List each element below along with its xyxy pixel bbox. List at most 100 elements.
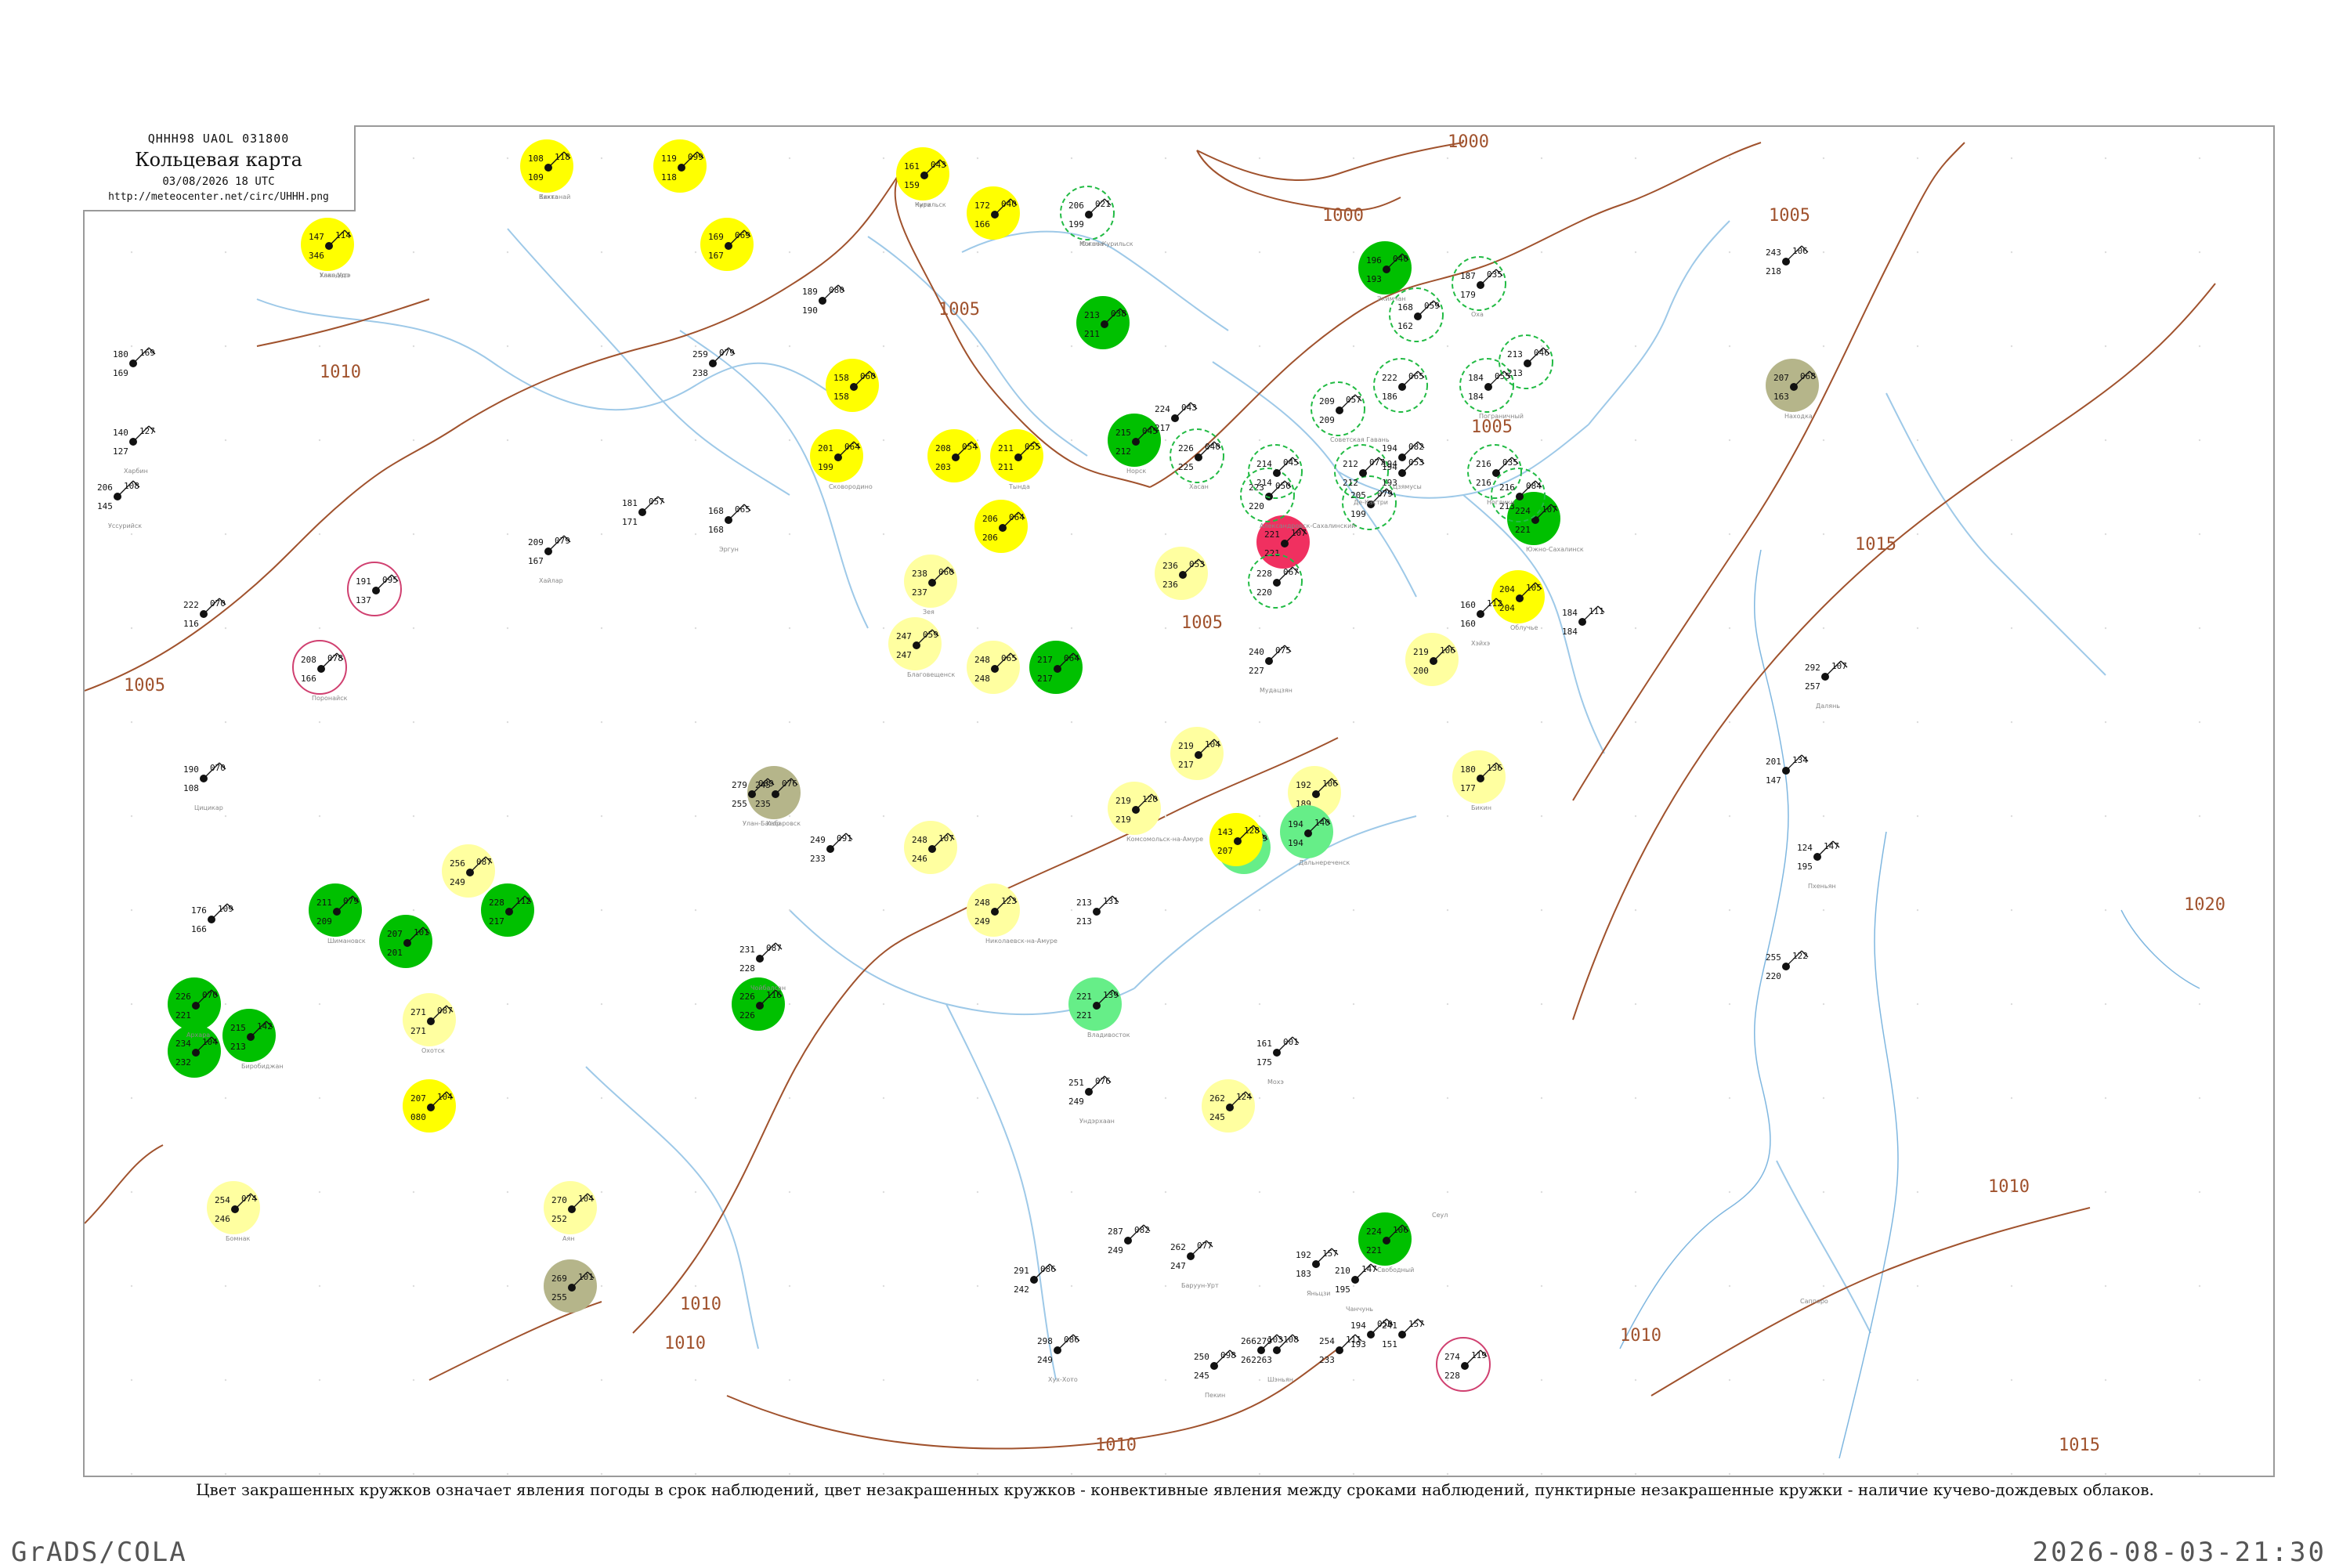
dewpoint-value: 252: [551, 1214, 567, 1224]
station-name: Хэйхэ: [1471, 640, 1490, 647]
grid-dot: [2198, 533, 2201, 536]
station-light_yellow[interactable]: 180 136 177: [1452, 750, 1506, 804]
station-plain[interactable]: 181 057 171: [622, 496, 665, 527]
station-yellow[interactable]: 201 064 199: [810, 429, 863, 482]
station-light_yellow[interactable]: 238 060 237: [904, 555, 957, 608]
station-green[interactable]: 207 101 201: [379, 915, 432, 968]
station-light_yellow[interactable]: 270 104 252: [544, 1181, 597, 1234]
station-light_yellow[interactable]: 262 124 245: [1202, 1079, 1255, 1133]
dewpoint-value: 169: [113, 368, 128, 378]
station-plain[interactable]: 213 131 213: [1076, 895, 1119, 927]
station-plain[interactable]: 189 080 190: [802, 284, 845, 316]
station-light_yellow[interactable]: 219 120 219: [1108, 782, 1161, 835]
station-plain[interactable]: 255 122 220: [1766, 950, 1809, 981]
station-plain[interactable]: 161 001 175: [1256, 1036, 1300, 1068]
station-yellow[interactable]: 172 040 166: [967, 186, 1020, 240]
station-dashed[interactable]: 209 057 209: [1311, 381, 1365, 436]
station-plain[interactable]: 190 070 108: [183, 762, 226, 793]
station-plain[interactable]: 206 108 145: [97, 480, 140, 511]
station-green[interactable]: 213 038 211: [1076, 296, 1130, 349]
station-dashed[interactable]: 206 021 199: [1060, 186, 1115, 240]
station-light_yellow[interactable]: 271 087 271: [403, 993, 456, 1046]
station-yellow[interactable]: 208 054 203: [927, 429, 981, 482]
station-light_yellow[interactable]: 247 059 247: [888, 617, 942, 670]
station-plain[interactable]: 251 076 249: [1068, 1075, 1112, 1107]
station-plain[interactable]: 168 065 168: [708, 504, 751, 535]
station-yellow[interactable]: 169 069 167: [700, 218, 754, 271]
station-name: Оха: [1471, 311, 1484, 318]
grid-dot: [2198, 909, 2201, 912]
station-green[interactable]: 226 070 221: [168, 977, 221, 1031]
station-plain[interactable]: 262 077 247: [1170, 1240, 1213, 1271]
station-yellow[interactable]: 207 104 080: [403, 1079, 456, 1133]
station-plain[interactable]: 298 086 249: [1037, 1334, 1080, 1365]
grid-dot: [1916, 815, 1919, 818]
station-plain[interactable]: 192 157 183: [1296, 1248, 1339, 1279]
station-light_yellow[interactable]: 219 106 200: [1405, 633, 1459, 686]
station-green[interactable]: 215 045212: [1108, 414, 1161, 467]
station-yellow[interactable]: 158 060 158: [826, 359, 879, 412]
station-olive[interactable]: 207 068 163: [1766, 359, 1819, 412]
station-green[interactable]: 217 064 217: [1029, 641, 1083, 694]
station-light_yellow[interactable]: 254 074 246: [207, 1181, 260, 1234]
station-green[interactable]: 211 079 209: [309, 883, 362, 937]
station-plain[interactable]: 140 127 127: [113, 425, 156, 457]
dewpoint-value: 127: [113, 446, 128, 457]
station-olive[interactable]: 269 101 255: [544, 1259, 597, 1313]
station-yellow[interactable]: 206 064 206: [974, 500, 1028, 553]
station-light_yellow[interactable]: 248 107 246: [904, 821, 957, 874]
station-green[interactable]: 224 106 221: [1358, 1212, 1412, 1266]
grid-dot: [694, 721, 697, 724]
station-plain[interactable]: 287 082 249: [1108, 1224, 1151, 1255]
station-plain[interactable]: 160 112 160: [1460, 598, 1503, 629]
station-dashed[interactable]: 184 055184: [1459, 358, 1514, 413]
station-plain[interactable]: 292 107 257: [1805, 660, 1848, 692]
station-dashed[interactable]: 187 035 179: [1452, 256, 1506, 311]
pressure-value: 086: [1064, 1335, 1079, 1345]
station-yellow[interactable]: 108 118 109: [520, 139, 573, 193]
station-light_green[interactable]: 194 140 194: [1280, 805, 1333, 858]
grid-dot: [1916, 721, 1919, 724]
dewpoint-value: 221: [1264, 548, 1280, 558]
station-light_yellow[interactable]: 256 087 249: [442, 844, 495, 898]
station-yellow[interactable]: 119 099 118: [653, 139, 707, 193]
station-pink[interactable]: 274 119 228: [1436, 1337, 1491, 1392]
station-pink[interactable]: 191 095 137: [347, 562, 402, 616]
station-light_yellow[interactable]: 219 104 217: [1170, 727, 1224, 780]
station-pink[interactable]: 208 078 166: [292, 640, 347, 695]
station-yellow[interactable]: 204 105204: [1491, 570, 1545, 623]
station-light_yellow[interactable]: 248 065 248: [967, 641, 1020, 694]
station-yellow[interactable]: 161 043 159: [896, 147, 949, 201]
station-plain[interactable]: 249 091 233: [810, 833, 853, 864]
station-plain[interactable]: 231 087 228: [739, 942, 783, 974]
station-plain[interactable]: 124 147 195: [1797, 840, 1840, 872]
station-plain[interactable]: 224 043 217: [1155, 402, 1198, 433]
station-yellow[interactable]: 211 055 211: [990, 429, 1043, 482]
station-plain[interactable]: 184 111 184: [1562, 605, 1605, 637]
station-plain[interactable]: 243 106 218: [1766, 245, 1809, 276]
station-light_yellow[interactable]: 248 123 249: [967, 883, 1020, 937]
isobar-line: [428, 1301, 602, 1381]
grid-dot: [1164, 345, 1167, 348]
source-url[interactable]: http://meteocenter.net/circ/UHHH.png: [83, 191, 354, 203]
station-plain[interactable]: 259 079 238: [692, 347, 736, 378]
station-green[interactable]: 215 142 213: [222, 1009, 276, 1062]
station-yellow[interactable]: 143 128 207: [1209, 813, 1263, 866]
stations-layer[interactable]: 108 118 109 119 099 118 147 114 346 169 069 167 161 0…: [97, 139, 1848, 1399]
station-plain[interactable]: 210 147 195: [1335, 1263, 1378, 1295]
station-plain[interactable]: 209 079 167: [528, 535, 571, 566]
station-light_green[interactable]: 221 139 221: [1068, 977, 1122, 1031]
station-plain[interactable]: 250 098 245: [1194, 1349, 1237, 1381]
station-plain[interactable]: 176 109 166: [191, 903, 234, 934]
station-plain[interactable]: 291 086 242: [1014, 1263, 1057, 1295]
station-green[interactable]: 196 040 193: [1358, 241, 1412, 294]
map-canvas[interactable]: 1000100010051005100510051005101010101010…: [85, 127, 2273, 1476]
station-green[interactable]: 224 107 221: [1507, 492, 1560, 545]
station-light_yellow[interactable]: 236 053 236: [1155, 547, 1208, 600]
station-plain[interactable]: 240 075 227: [1249, 645, 1292, 676]
station-green[interactable]: 228 112 217: [481, 883, 534, 937]
station-plain[interactable]: 180 169 169: [113, 347, 156, 378]
station-yellow[interactable]: 147 114 346: [301, 218, 354, 271]
station-plain[interactable]: 201 134 147: [1766, 754, 1809, 786]
station-dashed[interactable]: 222 065 186: [1373, 358, 1428, 413]
